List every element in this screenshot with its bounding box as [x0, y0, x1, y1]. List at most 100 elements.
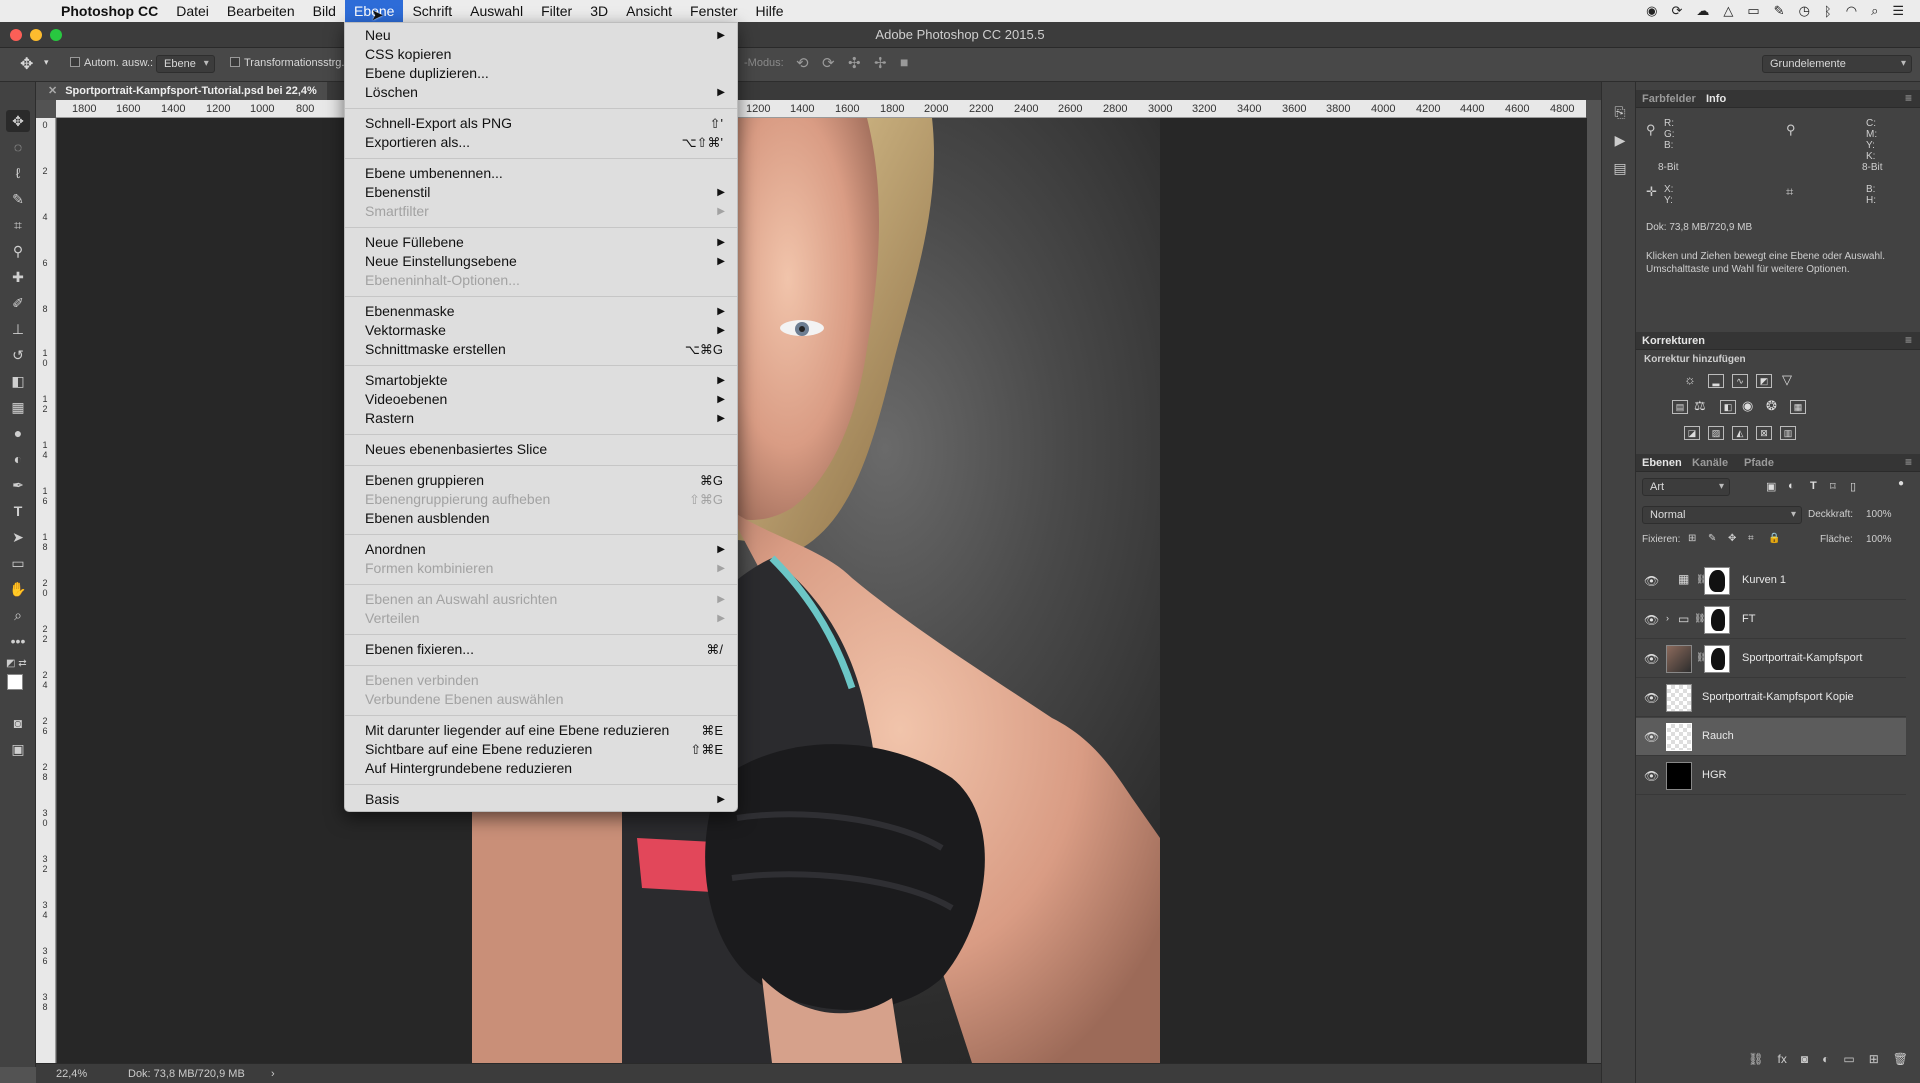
- mask-thumbnail[interactable]: [1704, 606, 1730, 634]
- filter-adjustment-icon[interactable]: ◐: [1788, 480, 1795, 492]
- script-icon[interactable]: ✎: [1774, 3, 1785, 19]
- quick-mask-icon[interactable]: ◙: [6, 712, 30, 734]
- layer-thumbnail[interactable]: [1666, 684, 1692, 712]
- menu-item-videoebenen[interactable]: Videoebenen ▶: [345, 390, 737, 409]
- eye-icon[interactable]: 👁: [1644, 652, 1659, 666]
- posterize-icon[interactable]: ▨: [1708, 426, 1724, 440]
- menu-bild[interactable]: Bild: [304, 0, 345, 22]
- path-selection-tool-icon[interactable]: ➤: [6, 526, 30, 548]
- menu-item-ebene-duplizieren[interactable]: Ebene duplizieren...: [345, 64, 737, 83]
- crop-tool-icon[interactable]: ⌗: [6, 214, 30, 236]
- menu-item-rastern[interactable]: Rastern ▶: [345, 409, 737, 428]
- tab-kanaele[interactable]: Kanäle: [1692, 457, 1728, 469]
- menu-item-schnittmaske-erstellen[interactable]: Schnittmaske erstellen ⌥⌘G: [345, 340, 737, 359]
- panel-menu-icon[interactable]: ≡: [1905, 455, 1912, 469]
- menu-item-loeschen[interactable]: Löschen ▶: [345, 83, 737, 102]
- tab-farbfelder[interactable]: Farbfelder: [1642, 93, 1696, 105]
- filter-smartobject-icon[interactable]: ▯: [1850, 480, 1856, 493]
- lock-pixels-icon[interactable]: ✎: [1708, 533, 1716, 544]
- 3d-camera-icon[interactable]: ■: [900, 54, 908, 70]
- channel-mixer-icon[interactable]: ❂: [1766, 398, 1777, 414]
- 3d-slide-icon[interactable]: ✢: [874, 54, 887, 72]
- eye-icon[interactable]: 👁: [1644, 769, 1659, 783]
- layer-row-kurven-1[interactable]: 👁 ▦ ⛓ Kurven 1: [1636, 562, 1906, 600]
- fill-value[interactable]: 100%: [1866, 534, 1892, 545]
- link-layers-icon[interactable]: ⛓: [1748, 1052, 1763, 1076]
- photo-filter-icon[interactable]: ◉: [1742, 398, 1753, 414]
- zoom-tool-icon[interactable]: ⌕: [6, 604, 30, 626]
- mask-thumbnail[interactable]: [1704, 645, 1730, 673]
- menu-item-ebene-umbenennen[interactable]: Ebene umbenennen...: [345, 164, 737, 183]
- layer-thumbnail[interactable]: [1666, 645, 1692, 673]
- layer-row-rauch[interactable]: 👁 Rauch: [1636, 718, 1906, 756]
- dodge-tool-icon[interactable]: ◐: [6, 448, 30, 470]
- group-expand-chevron-icon[interactable]: ›: [1666, 613, 1669, 623]
- color-balance-icon[interactable]: ⚖: [1694, 398, 1706, 414]
- menu-item-neue-einstellungsebene[interactable]: Neue Einstellungsebene ▶: [345, 252, 737, 271]
- selective-color-icon[interactable]: ⊠: [1756, 426, 1772, 440]
- sync-icon[interactable]: ⟳: [1671, 3, 1682, 19]
- bluetooth-icon[interactable]: ᛒ: [1824, 4, 1832, 19]
- black-white-icon[interactable]: ◧: [1720, 400, 1736, 414]
- menu-item-schnell-export[interactable]: Schnell-Export als PNG ⇧': [345, 114, 737, 133]
- brightness-contrast-icon[interactable]: ☼: [1684, 372, 1696, 387]
- properties-panel-icon[interactable]: ▤: [1610, 160, 1630, 180]
- hand-tool-icon[interactable]: ✋: [6, 578, 30, 600]
- menu-item-ebenen-gruppieren[interactable]: Ebenen gruppieren ⌘G: [345, 471, 737, 490]
- marquee-tool-icon[interactable]: ◌: [6, 136, 30, 158]
- healing-brush-tool-icon[interactable]: ✚: [6, 266, 30, 288]
- spotlight-icon[interactable]: ⌕: [1871, 3, 1878, 19]
- menu-item-exportieren-als[interactable]: Exportieren als... ⌥⇧⌘': [345, 133, 737, 152]
- layer-name[interactable]: FT: [1742, 613, 1755, 625]
- layer-row-hgr[interactable]: 👁 HGR: [1636, 757, 1906, 795]
- levels-icon[interactable]: ▂: [1708, 374, 1724, 388]
- lock-artboard-icon[interactable]: ⌗: [1748, 533, 1754, 544]
- pen-tool-icon[interactable]: ✒: [6, 474, 30, 496]
- new-layer-icon[interactable]: ⊞: [1869, 1052, 1879, 1076]
- delete-layer-icon[interactable]: 🗑: [1893, 1052, 1908, 1076]
- menu-item-neues-slice[interactable]: Neues ebenenbasiertes Slice: [345, 440, 737, 459]
- tab-ebenen[interactable]: Ebenen: [1642, 457, 1682, 469]
- 3d-pan-icon[interactable]: ✣: [848, 54, 861, 72]
- 3d-orbit-icon[interactable]: ⟲: [796, 54, 809, 72]
- add-mask-icon[interactable]: ◙: [1801, 1052, 1808, 1076]
- lock-transparency-icon[interactable]: ⊞: [1688, 533, 1696, 544]
- layer-thumbnail[interactable]: [1666, 723, 1692, 751]
- menu-item-neue-fuellebene[interactable]: Neue Füllebene ▶: [345, 233, 737, 252]
- menu-bearbeiten[interactable]: Bearbeiten: [218, 0, 304, 22]
- opacity-value[interactable]: 100%: [1866, 509, 1892, 520]
- eye-icon[interactable]: 👁: [1644, 691, 1659, 705]
- filter-pixel-icon[interactable]: ▣: [1766, 480, 1776, 493]
- menu-filter[interactable]: Filter: [532, 0, 581, 22]
- display-icon[interactable]: ▭: [1747, 3, 1759, 19]
- more-tools-icon[interactable]: •••: [6, 630, 30, 652]
- menu-item-smartobjekte[interactable]: Smartobjekte ▶: [345, 371, 737, 390]
- drive-icon[interactable]: △: [1723, 3, 1733, 19]
- history-brush-tool-icon[interactable]: ↺: [6, 344, 30, 366]
- threshold-icon[interactable]: ◭: [1732, 426, 1748, 440]
- menu-fenster[interactable]: Fenster: [681, 0, 746, 22]
- eyedropper-tool-icon[interactable]: ⚲: [6, 240, 30, 262]
- wifi-icon[interactable]: ◠: [1846, 3, 1857, 19]
- 3d-roll-icon[interactable]: ⟳: [822, 54, 835, 72]
- menu-auswahl[interactable]: Auswahl: [461, 0, 532, 22]
- lock-all-icon[interactable]: 🔒: [1768, 533, 1780, 544]
- curves-icon[interactable]: ∿: [1732, 374, 1748, 388]
- lock-position-icon[interactable]: ✥: [1728, 533, 1736, 544]
- tab-info[interactable]: Info: [1706, 93, 1726, 105]
- menu-item-sichtbare-reduzieren[interactable]: Sichtbare auf eine Ebene reduzieren ⇧⌘E: [345, 740, 737, 759]
- menu-hilfe[interactable]: Hilfe: [747, 0, 793, 22]
- menu-item-basis[interactable]: Basis ▶: [345, 790, 737, 809]
- layer-style-icon[interactable]: fx: [1778, 1052, 1787, 1076]
- menu-datei[interactable]: Datei: [167, 0, 218, 22]
- menu-item-mit-darunter-reduzieren[interactable]: Mit darunter liegender auf eine Ebene re…: [345, 721, 737, 740]
- menu-schrift[interactable]: Schrift: [403, 0, 461, 22]
- layer-row-sportportrait-kampfsport-kopie[interactable]: 👁 Sportportrait-Kampfsport Kopie: [1636, 679, 1906, 717]
- tab-pfade[interactable]: Pfade: [1744, 457, 1774, 469]
- layer-name[interactable]: Sportportrait-Kampfsport Kopie: [1702, 691, 1854, 703]
- eraser-tool-icon[interactable]: ◧: [6, 370, 30, 392]
- layer-name[interactable]: HGR: [1702, 769, 1726, 781]
- move-tool-icon[interactable]: ✥: [6, 110, 30, 132]
- menu-item-css-kopieren[interactable]: CSS kopieren: [345, 45, 737, 64]
- hue-saturation-icon[interactable]: ▤: [1672, 400, 1688, 414]
